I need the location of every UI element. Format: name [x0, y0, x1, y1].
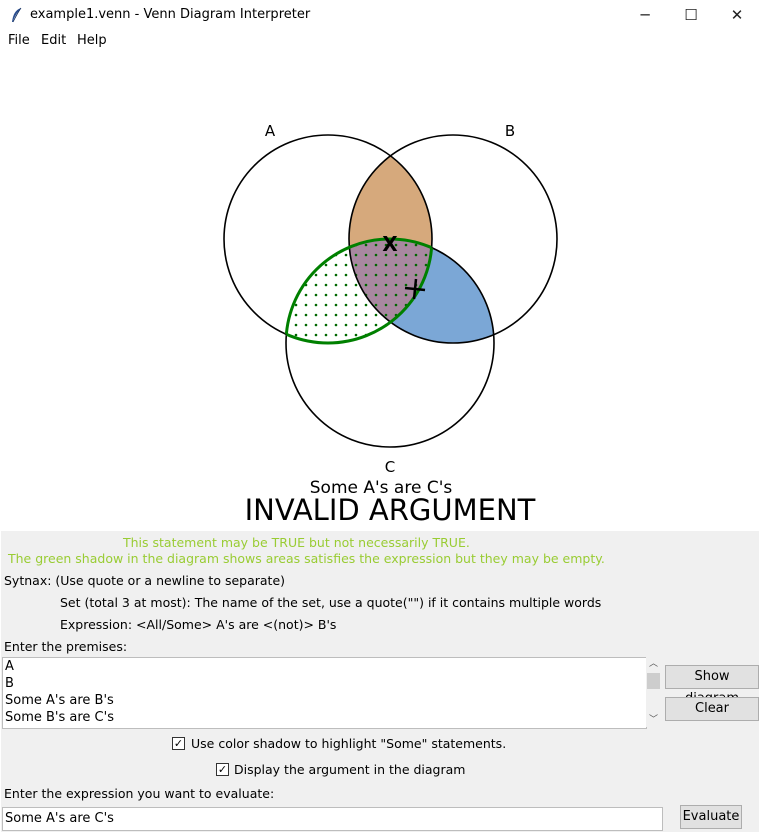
expression-input-value: Some A's are C's: [5, 811, 114, 826]
set-label-b: B: [505, 122, 515, 140]
show-diagram-button[interactable]: Show diagram: [665, 665, 759, 706]
premises-label: Enter the premises:: [4, 639, 128, 654]
venn-diagram: X A B C Some A's are C's INVALID ARGUMEN…: [223, 122, 558, 527]
title-bar: example1.venn - Venn Diagram Interpreter…: [0, 0, 761, 31]
evaluate-label: Enter the expression you want to evaluat…: [4, 786, 275, 801]
hint-line-2: The green shadow in the diagram shows ar…: [8, 551, 605, 566]
display-argument-checkbox[interactable]: ✓: [216, 763, 229, 776]
menu-bar: File Edit Help: [0, 31, 761, 50]
menu-file[interactable]: File: [8, 33, 30, 48]
set-label-a: A: [265, 122, 276, 140]
menu-edit[interactable]: Edit: [41, 33, 66, 48]
syntax-set-rule: Set (total 3 at most): The name of the s…: [60, 595, 602, 610]
syntax-title: Sytnax: (Use quote or a newline to separ…: [4, 573, 286, 588]
verdict-text: INVALID ARGUMENT: [245, 493, 536, 527]
close-button[interactable]: ✕: [714, 0, 760, 31]
hint-line-1: This statement may be TRUE but not neces…: [123, 535, 470, 550]
scroll-up-icon[interactable]: ︿: [646, 657, 661, 671]
set-label-c: C: [385, 458, 395, 476]
window-title: example1.venn - Venn Diagram Interpreter: [30, 7, 311, 22]
diagram-canvas: X A B C Some A's are C's INVALID ARGUMEN…: [1, 50, 759, 531]
premises-scrollbar[interactable]: ︿ ﹀: [646, 657, 661, 727]
expression-input[interactable]: Some A's are C's: [2, 807, 663, 831]
color-shadow-label: Use color shadow to highlight "Some" sta…: [191, 736, 507, 751]
clear-button[interactable]: Clear: [665, 697, 759, 721]
feather-icon: [12, 7, 22, 23]
premise-line: B: [5, 676, 14, 691]
evaluate-button[interactable]: Evaluate: [680, 805, 742, 829]
menu-help[interactable]: Help: [77, 33, 107, 48]
control-panel: This statement may be TRUE but not neces…: [1, 531, 759, 832]
display-argument-label: Display the argument in the diagram: [234, 762, 466, 777]
premise-line: Some B's are C's: [5, 710, 114, 725]
minimize-button[interactable]: ─: [622, 0, 668, 31]
scroll-down-icon[interactable]: ﹀: [646, 713, 661, 727]
maximize-button[interactable]: ☐: [668, 0, 714, 31]
premise-line: A: [5, 659, 14, 674]
premises-textarea[interactable]: A B Some A's are B's Some B's are C's: [2, 657, 647, 729]
syntax-expression-rule: Expression: <All/Some> A's are <(not)> B…: [60, 617, 337, 632]
x-marker: X: [382, 232, 398, 256]
color-shadow-checkbox[interactable]: ✓: [172, 737, 185, 750]
scroll-thumb[interactable]: [647, 673, 660, 689]
premise-line: Some A's are B's: [5, 693, 114, 708]
